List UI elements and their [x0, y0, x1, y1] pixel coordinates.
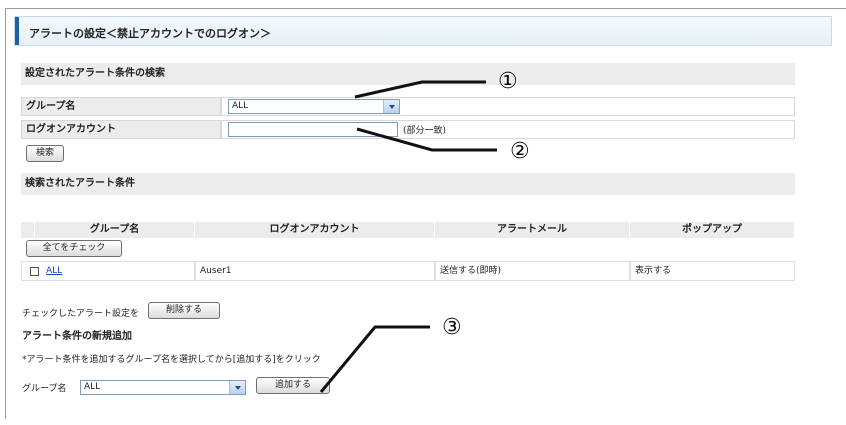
callout-line-2: [356, 127, 497, 152]
callout-marker-3: ③: [442, 315, 462, 340]
callout-line-1: [354, 80, 486, 99]
callout-marker-1: ①: [498, 69, 518, 94]
callout-lines: [319, 80, 497, 393]
callout-marker-2: ②: [510, 139, 530, 164]
callout-line-3: [319, 325, 430, 393]
